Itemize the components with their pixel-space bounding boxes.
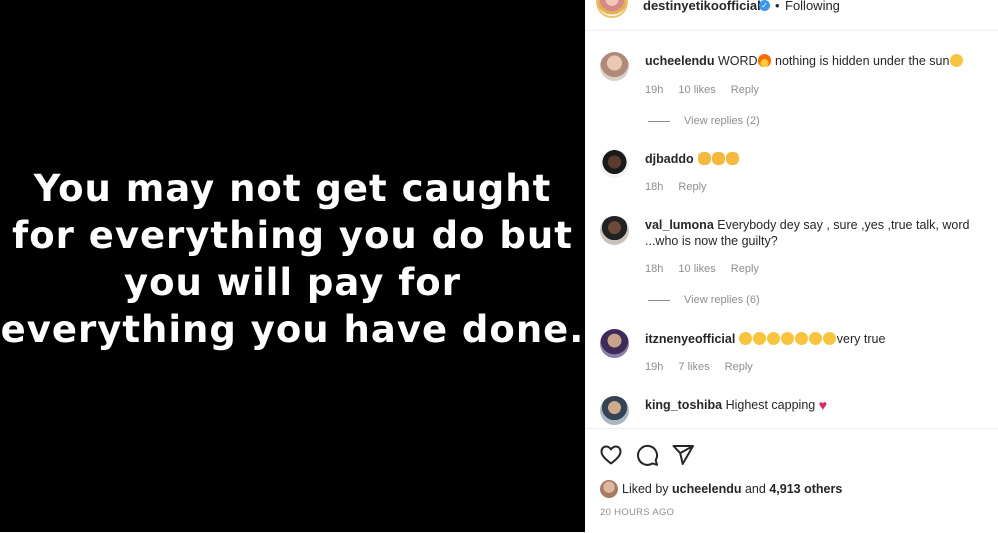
comment-item: king_toshiba Highest capping ♥ [585, 395, 998, 427]
liked-by-text: Liked by ucheelendu and 4,913 others [622, 482, 843, 496]
fire-emoji-icon [758, 54, 772, 67]
comment-meta: 18h Reply [645, 181, 719, 193]
reply-button[interactable]: Reply [731, 263, 759, 275]
face-screaming-emoji-icon [949, 54, 963, 67]
comment-username[interactable]: djbaddo [645, 152, 694, 166]
comment-item: val_lumona Everybody dey say , sure ,yes… [585, 216, 998, 311]
comment-time: 18h [645, 181, 664, 193]
comment-meta: 19h 10 likes Reply [645, 84, 771, 96]
view-replies-line [648, 120, 670, 122]
ok-hand-emoji-icon [725, 152, 739, 165]
comment-meta: 18h 10 likes Reply [645, 263, 771, 275]
author-avatar[interactable] [596, 0, 628, 18]
verified-badge-icon: ✓ [759, 0, 770, 11]
comment-item: djbaddo 18h Reply [585, 149, 998, 199]
commenter-avatar[interactable] [600, 52, 629, 81]
comment-username[interactable]: val_lumona [645, 218, 714, 232]
comment-text: val_lumona Everybody dey say , sure ,yes… [645, 218, 970, 248]
header-separator: • [775, 0, 780, 13]
post-quote-text: You may not get caught for everything yo… [0, 167, 585, 351]
comment-text: djbaddo [645, 151, 985, 167]
comment-meta: 19h 7 likes Reply [645, 361, 765, 373]
comment-time: 18h [645, 263, 664, 275]
likes-count-link[interactable]: 4,913 others [769, 482, 842, 496]
commenter-avatar[interactable] [600, 149, 629, 178]
comment-item: ucheelendu WORD nothing is hidden under … [585, 52, 998, 132]
ok-hand-emoji-icon [697, 152, 711, 165]
liked-by-username[interactable]: ucheelendu [672, 482, 741, 496]
face-screaming-emoji-icon [753, 332, 767, 345]
reply-button[interactable]: Reply [731, 84, 759, 96]
send-paper-plane-icon[interactable] [671, 443, 695, 467]
comment-username[interactable]: king_toshiba [645, 398, 722, 412]
comment-bubble-icon[interactable] [635, 443, 659, 467]
view-replies-line [648, 299, 670, 301]
commenter-avatar[interactable] [600, 329, 629, 358]
comment-text: ucheelendu WORD nothing is hidden under … [645, 53, 985, 69]
ok-hand-emoji-icon [711, 152, 725, 165]
comment-likes[interactable]: 7 likes [678, 361, 709, 373]
commenter-avatar[interactable] [600, 216, 629, 245]
post-header: destinyetikoofficial ✓ • Following [585, 0, 998, 31]
post-side-panel: destinyetikoofficial ✓ • Following uchee… [585, 0, 998, 532]
heart-icon[interactable] [599, 443, 623, 467]
following-button[interactable]: Following [785, 0, 840, 13]
comment-item: itznenyeofficial very true 19h 7 likes R… [585, 329, 998, 379]
reply-button[interactable]: Reply [678, 181, 706, 193]
reply-button[interactable]: Reply [725, 361, 753, 373]
comment-text: itznenyeofficial very true [645, 332, 886, 346]
post-timestamp[interactable]: 20 HOURS AGO [600, 507, 674, 518]
comment-likes[interactable]: 10 likes [678, 84, 715, 96]
face-screaming-emoji-icon [739, 332, 753, 345]
view-replies-button[interactable]: View replies (2) [648, 115, 760, 127]
commenter-avatar[interactable] [600, 396, 629, 425]
face-screaming-emoji-icon [823, 332, 837, 345]
face-screaming-emoji-icon [767, 332, 781, 345]
author-username[interactable]: destinyetikoofficial [643, 0, 761, 13]
comment-likes[interactable]: 10 likes [678, 263, 715, 275]
comment-text: king_toshiba Highest capping ♥ [645, 397, 828, 413]
red-heart-emoji-icon: ♥ [818, 397, 828, 413]
liked-by-avatar[interactable] [600, 480, 618, 498]
comment-username[interactable]: itznenyeofficial [645, 332, 735, 346]
comment-time: 19h [645, 361, 664, 373]
comment-time: 19h [645, 84, 664, 96]
view-replies-button[interactable]: View replies (6) [648, 294, 760, 306]
face-screaming-emoji-icon [809, 332, 823, 345]
face-screaming-emoji-icon [795, 332, 809, 345]
comment-username[interactable]: ucheelendu [645, 54, 714, 68]
post-actions: Liked by ucheelendu and 4,913 others 20 … [585, 428, 998, 533]
post-image: You may not get caught for everything yo… [0, 0, 585, 532]
face-screaming-emoji-icon [781, 332, 795, 345]
